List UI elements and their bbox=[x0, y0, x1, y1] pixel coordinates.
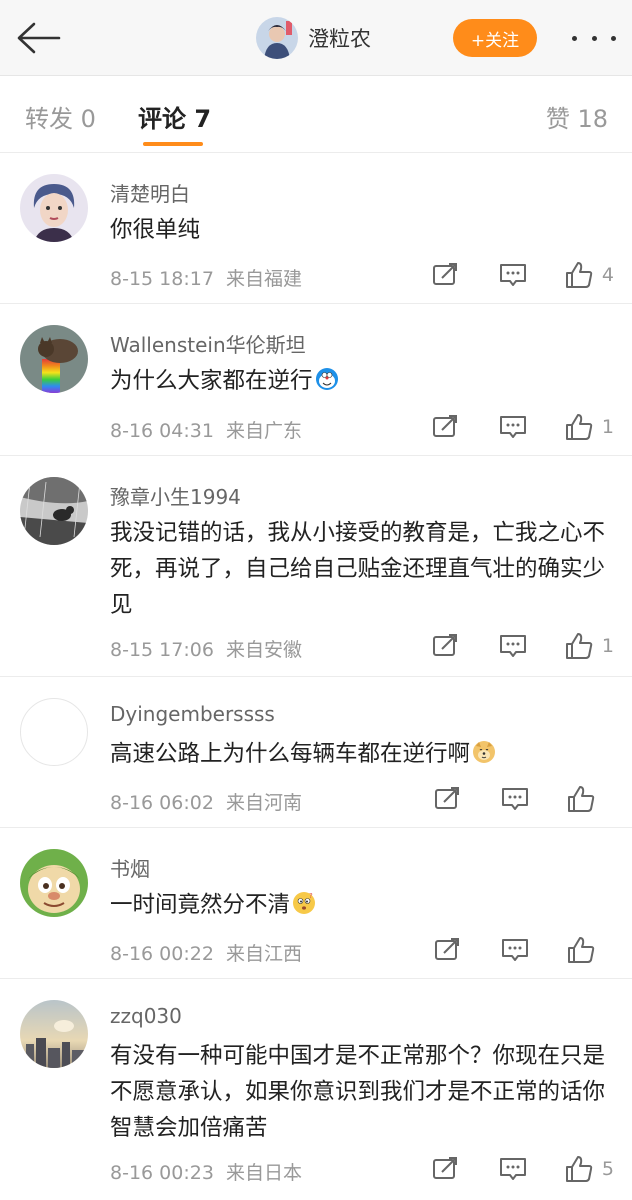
comment-user-name[interactable]: 书烟 bbox=[110, 853, 150, 882]
comment-text: 我没记错的话，我从小接受的教育是，亡我之心不死，再说了，自己给自己贴金还理直气壮… bbox=[110, 515, 618, 623]
comment-user-name[interactable]: 清楚明白 bbox=[110, 178, 190, 207]
comment-user-name[interactable]: Wallenstein华伦斯坦 bbox=[110, 329, 306, 358]
top-bar: 澄粒农 +关注 bbox=[0, 0, 632, 76]
comment-time: 8-16 06:02 bbox=[110, 792, 214, 814]
comment-item: Wallenstein华伦斯坦 为什么大家都在逆行 8-16 04:31 来自广… bbox=[0, 305, 632, 456]
repost-icon[interactable] bbox=[430, 412, 460, 442]
reply-icon[interactable] bbox=[500, 784, 530, 814]
comment-meta: 8-15 17:06 来自安徽 bbox=[110, 635, 302, 662]
comment-actions bbox=[432, 935, 614, 965]
comment-actions bbox=[432, 784, 614, 814]
comment-source: 来自日本 bbox=[226, 1162, 303, 1184]
comment-item: 清楚明白 你很单纯 8-15 18:17 来自福建 4 bbox=[0, 154, 632, 304]
confused-emoji-icon: ? bbox=[292, 890, 316, 914]
tab-reposts[interactable]: 转发 0 bbox=[25, 99, 96, 134]
comment-meta: 8-16 00:22 来自江西 bbox=[110, 939, 302, 966]
comment-text-content: 我没记错的话，我从小接受的教育是，亡我之心不死，再说了，自己给自己贴金还理直气壮… bbox=[110, 520, 606, 618]
comment-actions: 5 bbox=[430, 1154, 614, 1184]
thumbs-up-icon[interactable] bbox=[566, 784, 596, 814]
tab-likes[interactable]: 赞 18 bbox=[546, 99, 608, 134]
comment-source: 来自江西 bbox=[226, 943, 303, 965]
like-count: 5 bbox=[601, 1158, 614, 1180]
repost-icon[interactable] bbox=[430, 1154, 460, 1184]
comment-time: 8-16 00:22 bbox=[110, 943, 214, 965]
comment-item: zzq030 有没有一种可能中国才是不正常那个？你现在只是不愿意承认，如果你意识… bbox=[0, 980, 632, 1200]
comment-user-name[interactable]: Dyingemberssss bbox=[110, 702, 275, 726]
comment-meta: 8-16 00:23 来自日本 bbox=[110, 1158, 302, 1185]
comment-text: 一时间竟然分不清? bbox=[110, 887, 618, 923]
repost-icon[interactable] bbox=[432, 784, 462, 814]
comment-meta: 8-16 04:31 来自广东 bbox=[110, 416, 302, 443]
avatar[interactable] bbox=[20, 174, 88, 242]
more-options-icon[interactable] bbox=[568, 26, 620, 50]
comment-source: 来自福建 bbox=[226, 268, 303, 290]
doraemon-emoji-icon bbox=[315, 366, 339, 390]
thumbs-up-icon[interactable] bbox=[564, 1154, 594, 1184]
comment-time: 8-15 17:06 bbox=[110, 639, 214, 661]
avatar[interactable] bbox=[20, 325, 88, 393]
header-user-name: 澄粒农 bbox=[308, 27, 371, 51]
comment-user-name[interactable]: zzq030 bbox=[110, 1004, 182, 1028]
comment-text: 高速公路上为什么每辆车都在逆行啊 bbox=[110, 736, 618, 772]
comment-actions: 4 bbox=[430, 260, 614, 290]
like-group[interactable] bbox=[566, 784, 614, 814]
tab-bar: 转发 0 评论 7 赞 18 bbox=[0, 77, 632, 153]
like-count: 4 bbox=[601, 264, 614, 286]
comment-item: 豫章小生1994 我没记错的话，我从小接受的教育是，亡我之心不死，再说了，自己给… bbox=[0, 457, 632, 677]
like-group[interactable]: 1 bbox=[564, 412, 614, 442]
active-tab-indicator bbox=[143, 142, 203, 146]
thumbs-up-icon[interactable] bbox=[564, 412, 594, 442]
like-group[interactable]: 5 bbox=[564, 1154, 614, 1184]
like-count: 1 bbox=[601, 635, 614, 657]
thumbs-up-icon[interactable] bbox=[564, 260, 594, 290]
header-avatar[interactable] bbox=[256, 17, 298, 59]
thumbs-up-icon[interactable] bbox=[566, 935, 596, 965]
comment-text-content: 一时间竟然分不清 bbox=[110, 892, 291, 918]
avatar[interactable] bbox=[20, 1000, 88, 1068]
reply-icon[interactable] bbox=[498, 631, 528, 661]
comment-text: 有没有一种可能中国才是不正常那个？你现在只是不愿意承认，如果你意识到我们才是不正… bbox=[110, 1038, 618, 1146]
tab-comments[interactable]: 评论 7 bbox=[138, 99, 211, 134]
like-group[interactable] bbox=[566, 935, 614, 965]
like-group[interactable]: 4 bbox=[564, 260, 614, 290]
comment-user-name[interactable]: 豫章小生1994 bbox=[110, 481, 241, 510]
reply-icon[interactable] bbox=[498, 1154, 528, 1184]
comment-meta: 8-15 18:17 来自福建 bbox=[110, 264, 302, 291]
comment-meta: 8-16 06:02 来自河南 bbox=[110, 788, 302, 815]
like-count: 1 bbox=[601, 416, 614, 438]
comment-actions: 1 bbox=[430, 631, 614, 661]
repost-icon[interactable] bbox=[432, 935, 462, 965]
comment-source: 来自河南 bbox=[226, 792, 303, 814]
comment-actions: 1 bbox=[430, 412, 614, 442]
comment-item: Dyingemberssss 高速公路上为什么每辆车都在逆行啊 8-16 06:… bbox=[0, 678, 632, 828]
avatar[interactable] bbox=[20, 698, 88, 766]
comment-text: 你很单纯 bbox=[110, 212, 618, 248]
avatar[interactable] bbox=[20, 849, 88, 917]
doge-emoji-icon bbox=[472, 739, 496, 763]
comment-time: 8-16 04:31 bbox=[110, 420, 214, 442]
like-group[interactable]: 1 bbox=[564, 631, 614, 661]
comment-text-content: 为什么大家都在逆行 bbox=[110, 368, 313, 394]
header-user[interactable]: 澄粒农 bbox=[256, 16, 371, 60]
comment-text-content: 高速公路上为什么每辆车都在逆行啊 bbox=[110, 741, 471, 767]
comment-text-content: 你很单纯 bbox=[110, 217, 201, 243]
comment-item: 书烟 一时间竟然分不清? 8-16 00:22 来自江西 bbox=[0, 829, 632, 979]
comment-text: 为什么大家都在逆行 bbox=[110, 363, 618, 399]
repost-icon[interactable] bbox=[430, 631, 460, 661]
comment-text-content: 有没有一种可能中国才是不正常那个？你现在只是不愿意承认，如果你意识到我们才是不正… bbox=[110, 1043, 606, 1141]
back-arrow-icon[interactable] bbox=[14, 20, 64, 56]
reply-icon[interactable] bbox=[498, 260, 528, 290]
repost-icon[interactable] bbox=[430, 260, 460, 290]
comment-source: 来自安徽 bbox=[226, 639, 303, 661]
follow-button[interactable]: +关注 bbox=[453, 19, 537, 57]
avatar[interactable] bbox=[20, 477, 88, 545]
comment-time: 8-15 18:17 bbox=[110, 268, 214, 290]
reply-icon[interactable] bbox=[498, 412, 528, 442]
reply-icon[interactable] bbox=[500, 935, 530, 965]
comment-source: 来自广东 bbox=[226, 420, 303, 442]
svg-text:?: ? bbox=[309, 892, 313, 900]
thumbs-up-icon[interactable] bbox=[564, 631, 594, 661]
comment-time: 8-16 00:23 bbox=[110, 1162, 214, 1184]
